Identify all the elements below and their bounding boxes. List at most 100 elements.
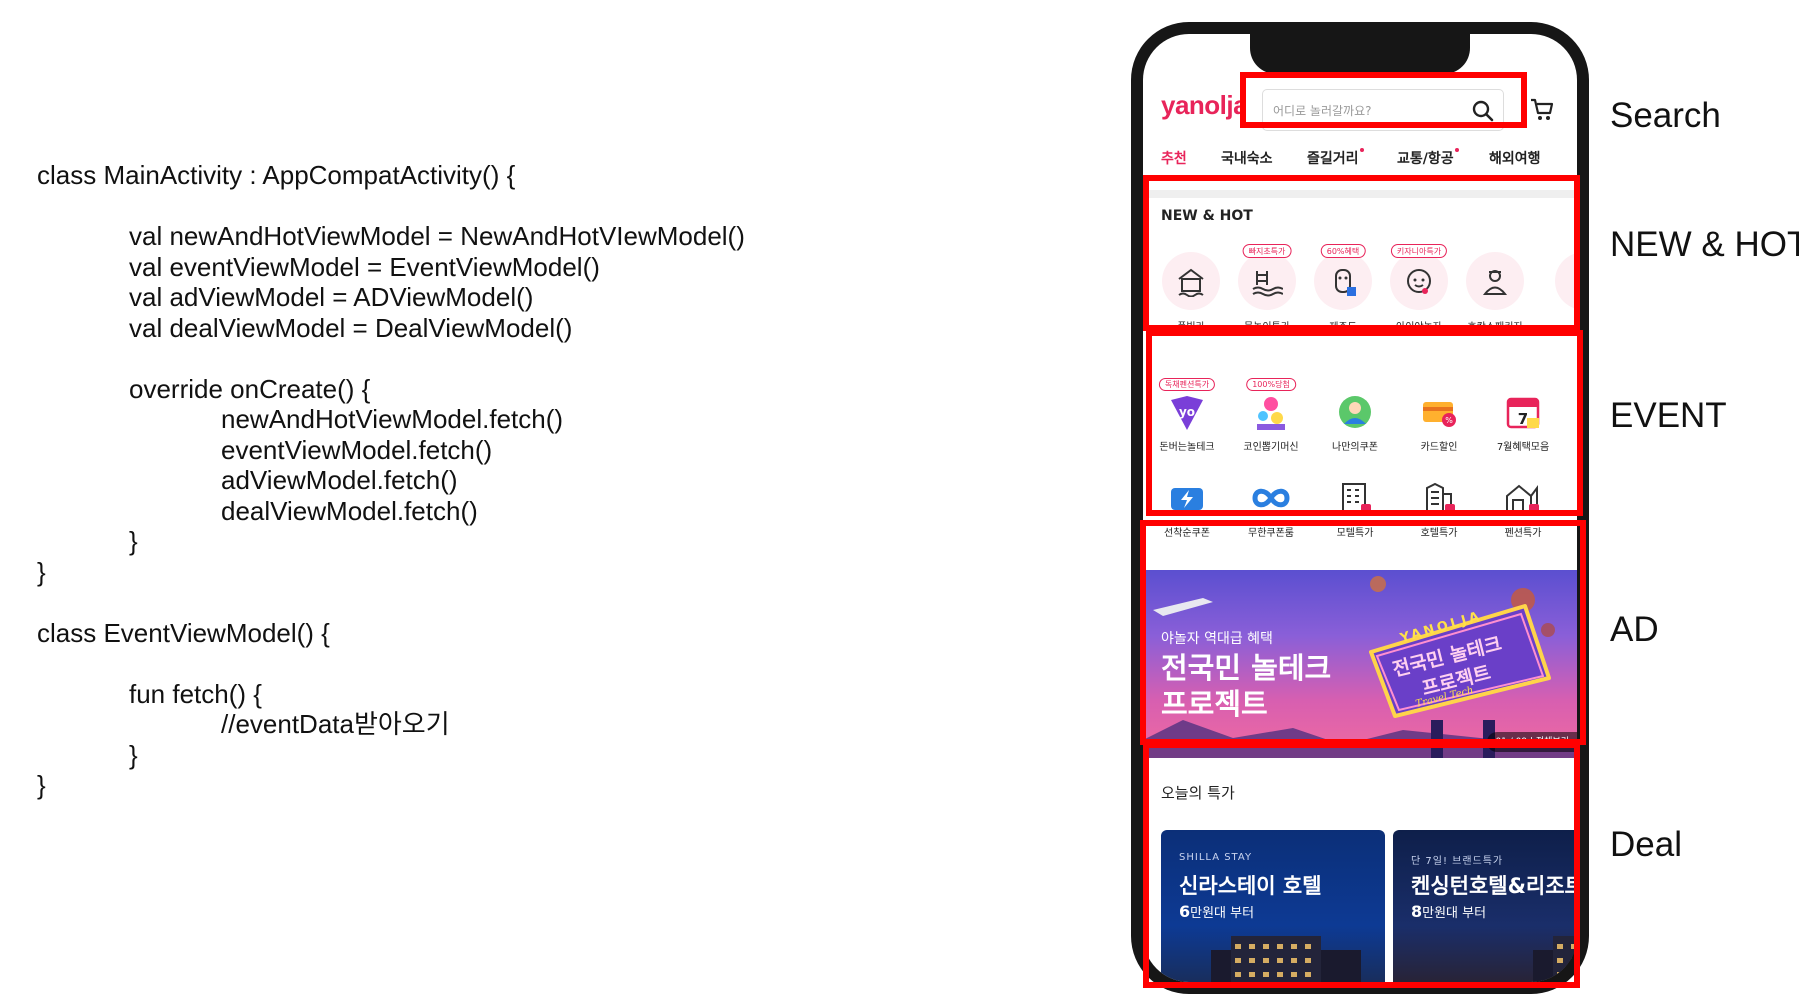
ad-neon-sign: YANOLJA 전국민 놀테크 프로젝트 Travel Tech [1365,600,1553,720]
my-coupon-icon [1339,396,1371,428]
next-item-peek [1555,252,1577,310]
new-hot-item[interactable]: 풀빌라 [1153,252,1229,333]
label-event: EVENT [1610,396,1727,435]
new-hot-item[interactable]: 빠지초특가물놀이특가 [1229,244,1305,333]
event-item[interactable]: yo 독채펜션특가 돈버는놀테크 [1145,378,1229,453]
deal-price-unit: 만원대 부터 [1190,906,1255,921]
deal-brand: SHILLA STAY [1179,852,1253,863]
pool-villa-icon [1178,268,1204,297]
deal-card[interactable]: 단 7일! 브랜드특가켄싱턴호텔&리조트 8만원대 부터 [1393,830,1577,982]
code-line: fun fetch() { [129,678,262,709]
code-line: } [129,526,138,556]
event-label: 호텔특가 [1420,528,1458,539]
item-label: 물놀이특가 [1244,322,1290,333]
event-label: 선착순쿠폰 [1164,528,1210,539]
yo-coin-icon: yo [1171,396,1203,430]
tab-2[interactable]: 즐길거리 [1307,148,1364,168]
code-line: } [37,770,46,800]
search-bar[interactable] [1262,89,1504,131]
event-icon [1335,392,1375,432]
tab-label: 추천 [1161,151,1187,167]
cart-icon[interactable] [1529,96,1555,122]
event-icon [1419,478,1459,518]
code-line: val newAndHotViewModel = NewAndHotVIewMo… [129,221,745,251]
item-label: 풀빌라 [1177,322,1205,333]
event-label: 무한쿠폰룸 [1248,528,1294,539]
ad-title-line1: 전국민 놀테크 [1161,651,1332,685]
event-icon: 100%당첨 [1246,378,1296,432]
phone-mockup: yanolja 추천 국내숙소 즐길거리 교통/항공 해외여행 NEW & HOT 풀빌… [1131,22,1589,994]
tab-label: 즐길거리 [1307,151,1359,167]
code-line: dealViewModel.fetch() [221,495,478,526]
ad-counter[interactable]: 01 / 09 | 전체보기 [1487,732,1577,752]
card-discount-icon: % [1423,402,1456,427]
event-item[interactable]: 펜션특가 [1481,478,1565,539]
search-input[interactable] [1273,99,1463,123]
event-item[interactable]: % 카드할인 [1397,392,1481,453]
hotel-icon [1426,482,1455,514]
new-hot-item[interactable]: 키자니아특가 아이야놀자 [1381,244,1457,333]
event-item[interactable]: 나만의쿠폰 [1313,392,1397,453]
code-line: //eventData받아오기 [221,709,450,739]
deal-card[interactable]: SHILLA STAY 신라스테이 호텔 6만원대 부터 [1161,830,1385,982]
ad-title: 전국민 놀테크 프로젝트 [1161,650,1361,722]
phone-notch [1250,34,1470,74]
infinity-icon [1252,488,1290,508]
label-deal: Deal [1610,825,1682,864]
icon-circle: 60%혜택 [1314,244,1372,310]
event-label: 카드할인 [1420,442,1458,453]
tab-new-dot [1359,148,1364,152]
search-icon[interactable] [1471,99,1495,123]
tab-3[interactable]: 교통/항공 [1397,148,1459,168]
svg-text:%: % [1445,416,1453,425]
item-label: 제주도 [1329,322,1357,333]
tab-label: 국내숙소 [1221,151,1273,167]
event-item[interactable]: 7 7월혜택모음 [1481,392,1565,453]
deal-title: 오늘의 특가 [1161,784,1235,802]
event-item[interactable]: 무한쿠폰룸 [1229,478,1313,539]
code-line: class EventViewModel() { [37,617,330,648]
tab-0[interactable]: 추천 [1161,148,1189,179]
deal-price-number: 8 [1411,902,1423,921]
icon-circle: 빠지초특가 [1238,244,1296,310]
deal-name: 켄싱턴호텔&리조트 [1411,874,1577,898]
label-new-hot: NEW & HOT [1610,225,1799,264]
code-line: eventViewModel.fetch() [221,434,493,465]
claw-machine-icon [1257,397,1285,430]
code-line: val eventViewModel = EventViewModel() [129,251,600,282]
building-illustration [1211,936,1361,982]
divider [1143,190,1577,198]
item-label: 호캉스패키지 [1467,322,1523,333]
svg-text:yo: yo [1179,405,1195,419]
deal-brand: 단 7일! 브랜드특가 [1411,856,1504,867]
event-icon [1167,478,1207,518]
deal-price-unit: 만원대 부터 [1422,906,1487,921]
icon-circle [1466,252,1524,310]
deal-price: 6만원대 부터 [1179,902,1254,921]
event-item[interactable]: 모텔특가 [1313,478,1397,539]
item-badge: 빠지초특가 [1242,244,1292,258]
flash-coupon-icon [1171,488,1203,510]
jeju-icon [1335,269,1356,296]
tab-new-dot [1454,148,1459,152]
new-hot-item[interactable]: 60%혜택제주도 [1305,244,1381,333]
event-label: 모텔특가 [1336,528,1374,539]
event-item[interactable]: 100%당첨 코인뽑기머신 [1229,378,1313,453]
event-item[interactable]: 호텔특가 [1397,478,1481,539]
item-badge: 60%혜택 [1320,244,1366,258]
code-line: newAndHotViewModel.fetch() [221,404,564,434]
event-item[interactable]: 선착순쿠폰 [1145,478,1229,539]
tab-4[interactable]: 해외여행 [1489,148,1541,168]
tab-1[interactable]: 국내숙소 [1221,148,1273,168]
new-hot-item[interactable]: 호캉스패키지 [1457,252,1533,333]
ad-banner[interactable]: 야놀자 역대급 혜택 전국민 놀테크 프로젝트 YANOLJA 전국민 놀테크 … [1143,570,1577,758]
app-screen: yanolja 추천 국내숙소 즐길거리 교통/항공 해외여행 NEW & HOT 풀빌… [1143,34,1577,982]
event-label: 7월혜택모음 [1496,442,1550,453]
code-line: adViewModel.fetch() [221,465,458,495]
event-icon: 7 [1503,392,1543,432]
code-line: } [37,556,46,587]
tab-label: 해외여행 [1489,151,1541,167]
code-line: } [129,739,138,770]
code-line: val dealViewModel = DealViewModel() [129,312,573,343]
event-label: 나만의쿠폰 [1332,442,1378,453]
